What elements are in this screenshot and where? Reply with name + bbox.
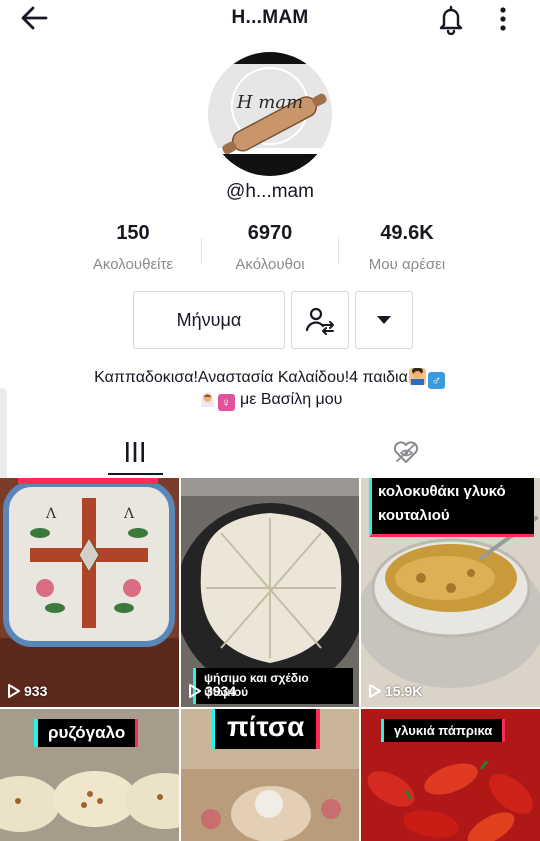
video-caption: κολοκυθάκι γλυκό κουταλιού [369, 478, 534, 537]
view-count: 933 [8, 683, 47, 699]
video-grid: Λ Λ 933 ψήσιμο και σχέδιο ψωμιού 3934 κο… [0, 478, 540, 841]
video-thumbnail[interactable]: πίτσα [181, 709, 359, 841]
more-options-button[interactable] [492, 3, 514, 35]
more-vertical-icon [500, 7, 506, 31]
svg-text:Λ: Λ [123, 506, 135, 522]
video-thumbnail[interactable]: κολοκυθάκι γλυκό κουταλιού 15.9K [361, 478, 540, 707]
view-count-text: 3934 [205, 683, 237, 699]
man-technologist-emoji [408, 368, 426, 385]
notifications-button[interactable] [436, 3, 466, 36]
stat-following-count: 150 [116, 222, 150, 244]
follow-status-button[interactable] [291, 291, 349, 349]
bride-emoji [198, 390, 216, 407]
message-button[interactable]: Μήνυμα [133, 291, 285, 349]
video-thumbnail[interactable]: ρυζόγαλο [0, 709, 179, 841]
play-icon [8, 684, 20, 698]
play-icon [189, 684, 201, 698]
stat-followers[interactable]: 6970 Ακόλουθοι [195, 222, 345, 273]
stat-following[interactable]: 150 Ακολουθείτε [58, 222, 208, 273]
caption-strip [18, 478, 158, 484]
video-caption: ρυζόγαλο [34, 719, 139, 747]
grid-bars-icon [126, 442, 144, 462]
video-caption: γλυκιά πάπρικα [381, 719, 506, 742]
stat-likes: 49.6K Μου αρέσει [332, 222, 482, 273]
female-sign-icon: ♀ [217, 394, 235, 411]
thumbnail-image: Λ Λ [0, 478, 179, 707]
bio-line-2-text: με Βασίλη μου [240, 391, 343, 408]
video-thumbnail[interactable]: γλυκιά πάπρικα [361, 709, 540, 841]
bio-line-1: Καππαδοκισα!Αναστασία Καλαίδου!4 παιδια ♂ [20, 367, 520, 389]
active-tab-indicator [108, 473, 163, 475]
view-count: 15.9K [369, 683, 422, 699]
video-caption: πίτσα [211, 709, 321, 749]
svg-text:Λ: Λ [45, 506, 57, 522]
avatar[interactable]: H mam [208, 52, 332, 176]
video-thumbnail[interactable]: ψήσιμο και σχέδιο ψωμιού 3934 [181, 478, 359, 707]
video-thumbnail[interactable]: Λ Λ 933 [0, 478, 179, 707]
play-icon [369, 684, 381, 698]
bio: Καππαδοκισα!Αναστασία Καλαίδου!4 παιδια ♂… [20, 367, 520, 411]
username-handle: @h...mam [226, 181, 314, 202]
view-count-text: 15.9K [385, 683, 423, 699]
stat-likes-count: 49.6K [380, 222, 434, 244]
avatar-logo: H mam [208, 52, 332, 176]
stat-followers-label: Ακόλουθοι [235, 256, 305, 273]
profile-tabs [0, 429, 540, 477]
view-count-text: 933 [24, 683, 48, 699]
tab-videos[interactable] [0, 429, 270, 477]
view-count: 3934 [189, 683, 236, 699]
top-bar: H...MAM [0, 0, 540, 40]
bio-line-2: ♀ με Βασίλη μου [20, 389, 520, 411]
avatar-lettering: H mam [236, 92, 303, 113]
tab-liked[interactable] [270, 429, 540, 477]
bio-line-1-text: Καππαδοκισα!Αναστασία Καλαίδου!4 παιδια [94, 369, 408, 386]
stat-likes-label: Μου αρέσει [368, 256, 446, 273]
stat-following-label: Ακολουθείτε [92, 256, 174, 273]
hidden-heart-icon [393, 441, 419, 463]
bell-icon [439, 5, 463, 36]
follow-swap-icon [305, 307, 334, 335]
dropdown-caret-icon [377, 316, 391, 324]
dropdown-button[interactable] [355, 291, 413, 349]
male-sign-icon: ♂ [427, 372, 445, 389]
stat-followers-count: 6970 [247, 222, 293, 244]
